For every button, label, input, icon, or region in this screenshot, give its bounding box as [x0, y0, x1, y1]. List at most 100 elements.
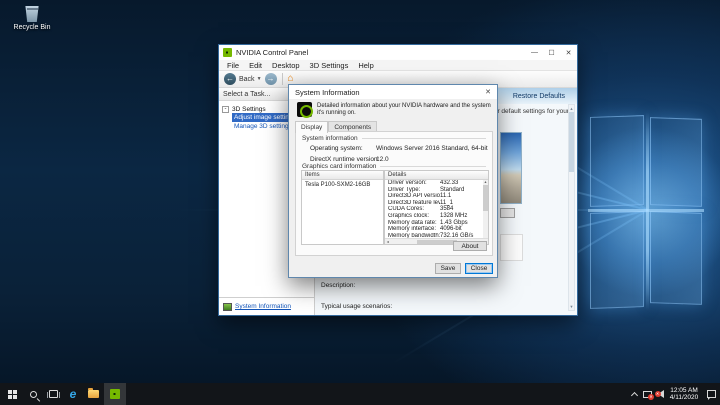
- sidebar-footer: System Information: [219, 297, 314, 315]
- error-badge-icon: ✕: [655, 391, 661, 397]
- tray-overflow-button[interactable]: [628, 383, 640, 405]
- directx-row: DirectX runtime version: 12.0: [310, 156, 486, 163]
- nvidia-logo-icon: [223, 48, 232, 57]
- dialog-intro-text: Detailed information about your NVIDIA h…: [317, 102, 491, 117]
- back-dropdown-icon[interactable]: ▼: [257, 76, 262, 82]
- detail-row: Memory data rate: 1.43 Gbps: [385, 220, 483, 227]
- recycle-bin-shortcut[interactable]: Recycle Bin: [10, 6, 54, 31]
- close-icon[interactable]: ✕: [560, 45, 577, 60]
- details-list[interactable]: Details Driver version: 432.33 Driver Ty…: [384, 170, 489, 245]
- system-info-group-heading: System information: [302, 135, 486, 142]
- collapse-icon[interactable]: -: [222, 106, 229, 113]
- display-tab-panel: System information Operating system: Win…: [295, 131, 493, 256]
- wallpaper-window-pane: [650, 117, 702, 207]
- action-center-button[interactable]: [703, 383, 719, 405]
- home-icon[interactable]: ⌂: [288, 74, 294, 84]
- search-button[interactable]: [24, 383, 42, 405]
- wallpaper-window-mullion: [588, 209, 704, 212]
- restore-defaults-button[interactable]: Restore Defaults: [513, 93, 565, 100]
- title-bar[interactable]: NVIDIA Control Panel — ☐ ✕: [219, 45, 577, 60]
- nvidia-control-panel-taskbar-button[interactable]: [104, 383, 126, 405]
- detail-label: Memory data rate:: [388, 220, 440, 227]
- typical-usage-label: Typical usage scenarios:: [321, 303, 392, 310]
- recycle-bin-label: Recycle Bin: [10, 24, 54, 31]
- detail-row: Driver Type: Standard: [385, 187, 483, 194]
- dialog-title-bar[interactable]: System Information ✕: [289, 85, 497, 99]
- detail-label: Memory interface:: [388, 226, 440, 233]
- minimize-icon[interactable]: —: [526, 45, 543, 60]
- task-view-button[interactable]: [44, 383, 62, 405]
- close-button[interactable]: Close: [465, 263, 493, 274]
- toolbar-separator: [282, 73, 283, 85]
- tab-display[interactable]: Display: [295, 121, 328, 133]
- detail-value: 11_1: [440, 200, 453, 207]
- desktop: Recycle Bin NVIDIA Control Panel — ☐ ✕ F…: [0, 0, 720, 405]
- detail-rows: Driver version: 432.33 Driver Type: Stan…: [385, 180, 483, 238]
- menu-3d-settings[interactable]: 3D Settings: [305, 61, 354, 70]
- scroll-left-icon[interactable]: ◄: [386, 240, 389, 244]
- detail-value: 11.1: [440, 193, 451, 200]
- back-button-label: Back: [239, 76, 255, 83]
- scrollbar-thumb[interactable]: [569, 112, 574, 172]
- nvidia-app-icon: [110, 389, 120, 399]
- scroll-down-icon[interactable]: ▼: [569, 304, 574, 309]
- taskbar-clock[interactable]: 12:05 AM 4/11/2020: [666, 383, 702, 405]
- details-column-header: Details: [385, 171, 488, 180]
- back-button[interactable]: ←: [224, 73, 236, 85]
- gpu-item[interactable]: Tesla P100-SXM2-16GB: [302, 180, 383, 188]
- detail-value: 1328 MHz: [440, 213, 467, 220]
- scrollbar-thumb[interactable]: [417, 240, 457, 244]
- menu-help[interactable]: Help: [353, 61, 378, 70]
- dialog-close-icon[interactable]: ✕: [479, 85, 497, 99]
- items-list[interactable]: Items Tesla P100-SXM2-16GB: [301, 170, 384, 245]
- detail-row: Direct3D feature level: 11_1: [385, 200, 483, 207]
- maximize-icon[interactable]: ☐: [543, 45, 560, 60]
- about-button[interactable]: About: [453, 241, 487, 251]
- menu-edit[interactable]: Edit: [244, 61, 267, 70]
- start-button[interactable]: [2, 383, 22, 405]
- clock-date: 4/11/2020: [670, 394, 698, 402]
- dialog-title: System Information: [295, 88, 360, 97]
- partial-button[interactable]: [500, 208, 515, 218]
- scrollbar-thumb[interactable]: [483, 185, 488, 211]
- detail-label: CUDA Cores:: [388, 206, 440, 213]
- 3d-preview-image: [500, 132, 522, 204]
- forward-button[interactable]: →: [265, 73, 277, 85]
- wallpaper-window-pane: [650, 211, 702, 305]
- file-explorer-button[interactable]: [84, 383, 102, 405]
- window-controls: — ☐ ✕: [526, 45, 577, 60]
- details-vertical-scrollbar[interactable]: ▲: [483, 180, 488, 238]
- detail-value: Standard: [440, 187, 464, 194]
- taskbar: e ✕ ✕ 12:05 AM 4/11/2020: [0, 383, 720, 405]
- menu-bar: File Edit Desktop 3D Settings Help: [219, 60, 577, 71]
- description-label: Description:: [321, 282, 355, 289]
- task-view-icon: [49, 390, 58, 398]
- wallpaper-window-pane: [590, 211, 644, 309]
- dialog-header: Detailed information about your NVIDIA h…: [297, 102, 491, 117]
- group-rule: [362, 138, 486, 139]
- detail-row: CUDA Cores: 3584: [385, 206, 483, 213]
- scroll-up-icon[interactable]: ▲: [483, 180, 488, 184]
- detail-value: 4096-bit: [440, 226, 462, 233]
- detail-value: 432.33: [440, 180, 458, 187]
- scroll-up-icon[interactable]: ▲: [569, 106, 574, 111]
- detail-row: Driver version: 432.33: [385, 180, 483, 187]
- chevron-up-icon: [630, 392, 637, 399]
- internet-explorer-button[interactable]: e: [64, 383, 82, 405]
- detail-label: Driver Type:: [388, 187, 440, 194]
- nvidia-badge-icon: [297, 102, 312, 117]
- menu-desktop[interactable]: Desktop: [267, 61, 305, 70]
- search-icon: [30, 391, 37, 398]
- os-value: Windows Server 2016 Standard, 64-bit: [376, 145, 488, 152]
- clock-time: 12:05 AM: [670, 387, 698, 395]
- system-information-link[interactable]: System Information: [235, 303, 291, 310]
- tray-display-status[interactable]: ✕: [641, 383, 654, 405]
- menu-file[interactable]: File: [222, 61, 244, 70]
- detail-row: Direct3D API version: 11.1: [385, 193, 483, 200]
- save-button[interactable]: Save: [435, 263, 461, 274]
- forward-arrow-icon: →: [267, 74, 275, 83]
- group-rule: [380, 166, 486, 167]
- system-information-icon: [223, 303, 232, 311]
- main-scrollbar[interactable]: ▲ ▼: [568, 104, 575, 311]
- settings-box: [500, 234, 523, 261]
